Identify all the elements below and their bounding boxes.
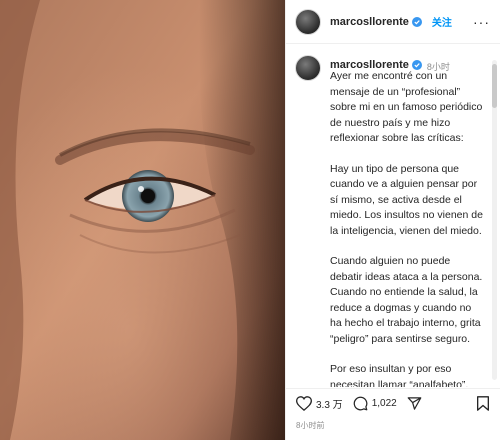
header-username[interactable]: marcosllorente: [330, 16, 409, 28]
caption-paragraph: Hay un tipo de persona que cuando ve a a…: [330, 162, 483, 237]
caption-scrollbar[interactable]: [492, 60, 497, 380]
like-count: 3.3 万: [316, 400, 343, 411]
caption-area[interactable]: marcosllorente 8小时 Ayer me encontré con …: [286, 45, 500, 387]
comment-icon: [353, 396, 368, 411]
comment-button[interactable]: 1,022: [353, 396, 397, 411]
caption-avatar[interactable]: [295, 55, 321, 81]
verified-badge-icon: [411, 16, 422, 27]
avatar[interactable]: [295, 8, 321, 35]
caption-paragraph: Cuando alguien no puede debatir ideas at…: [330, 255, 483, 345]
heart-icon: [296, 396, 312, 411]
post-image[interactable]: [0, 0, 285, 440]
more-options-icon[interactable]: ···: [473, 15, 490, 29]
follow-button[interactable]: 关注: [432, 14, 452, 29]
caption-paragraph: Por eso insultan y por eso necesitan lla…: [330, 363, 469, 387]
save-button[interactable]: [477, 396, 489, 411]
caption-paragraph: Ayer me encontré con un mensaje de un “p…: [330, 70, 483, 144]
share-icon: [407, 397, 422, 410]
like-button[interactable]: 3.3 万: [296, 396, 343, 411]
action-bar: 3.3 万 1,022: [286, 388, 500, 418]
post-time: 8小时前: [296, 421, 325, 430]
bookmark-icon: [477, 396, 489, 411]
post-panel: marcosllorente 关注 ··· marcosllorente 8小时…: [285, 0, 500, 440]
face-photo: [0, 0, 285, 440]
caption-text: Ayer me encontré con un mensaje de un “p…: [330, 69, 483, 387]
comment-count: 1,022: [371, 398, 397, 409]
post-header: marcosllorente 关注 ···: [286, 0, 500, 44]
scrollbar-thumb[interactable]: [492, 64, 497, 108]
share-button[interactable]: [407, 396, 422, 411]
